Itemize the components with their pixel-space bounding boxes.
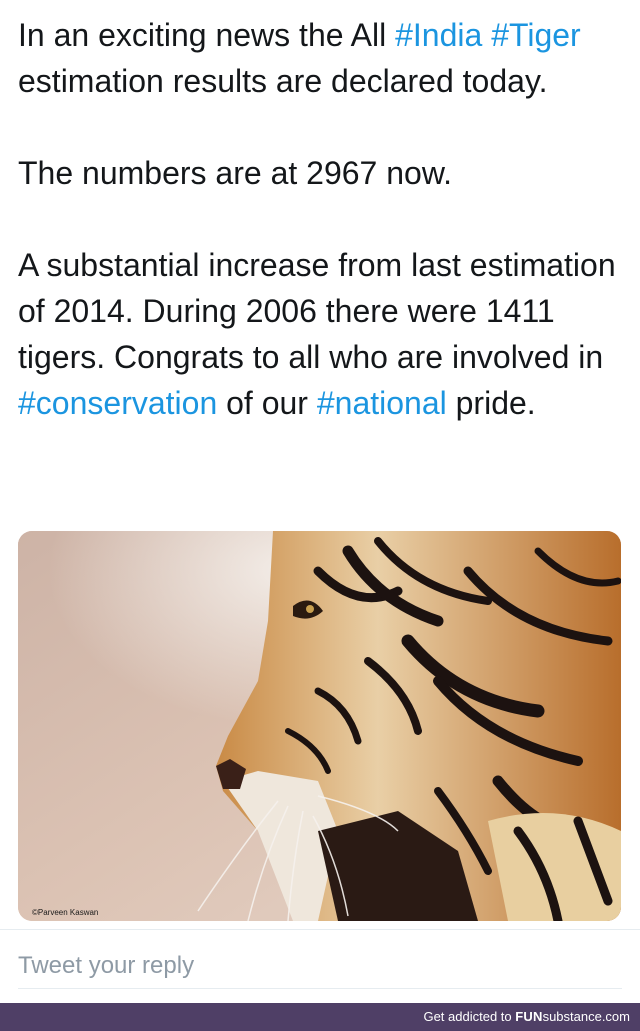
hashtag-tiger-link[interactable]: #Tiger [491, 17, 581, 53]
hashtag-india-link[interactable]: #India [395, 17, 482, 53]
tiger-photo-icon [18, 531, 621, 921]
tweet-body: In an exciting news the All #India #Tige… [18, 12, 628, 426]
footer-text: Get addicted to [423, 1009, 516, 1024]
tweet-paragraph-3: A substantial increase from last estimat… [18, 242, 628, 426]
tweet-paragraph-1: In an exciting news the All #India #Tige… [18, 12, 628, 104]
footer-brand-rest: substance.com [542, 1009, 630, 1024]
tweet-text-segment: of our [217, 385, 317, 421]
tweet-text-segment: A substantial increase from last estimat… [18, 247, 616, 375]
tweet-text-segment: In an exciting news the All [18, 17, 396, 53]
hashtag-national-link[interactable]: #national [317, 385, 447, 421]
tweet-reply-input[interactable]: Tweet your reply [18, 948, 622, 989]
divider [0, 929, 640, 930]
hashtag-conservation-link[interactable]: #conservation [18, 385, 217, 421]
tweet-text-segment: pride. [446, 385, 536, 421]
tweet-text-segment: estimation results are declared today. [18, 63, 548, 99]
tweet-photo-tiger[interactable]: ©Parveen Kaswan [18, 531, 621, 921]
tweet-view: In an exciting news the All #India #Tige… [0, 0, 640, 1031]
tweet-paragraph-2: The numbers are at 2967 now. [18, 155, 453, 191]
funsubstance-footer-bar: Get addicted to FUNsubstance.com [0, 1003, 640, 1031]
footer-brand-fun: FUN [515, 1009, 543, 1024]
photo-credit: ©Parveen Kaswan [32, 908, 99, 917]
